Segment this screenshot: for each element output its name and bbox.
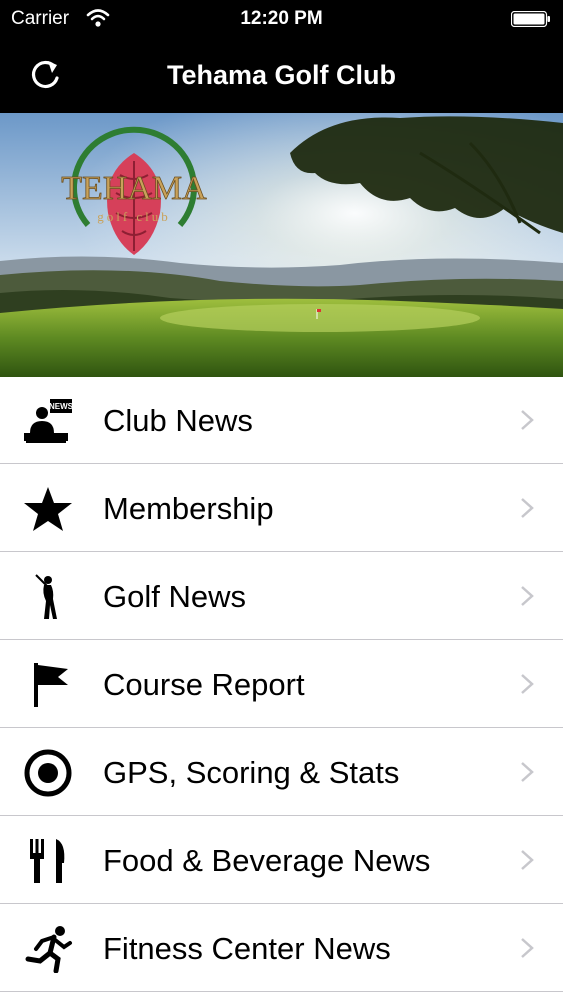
menu-item-food-beverage-news[interactable]: Food & Beverage News: [0, 817, 563, 904]
battery-icon: [511, 11, 550, 27]
menu-item-membership[interactable]: Membership: [0, 465, 563, 552]
target-icon: [24, 749, 72, 797]
menu-item-label: Food & Beverage News: [103, 843, 431, 878]
chevron-right-icon: [521, 586, 534, 606]
fork-knife-icon: [30, 839, 65, 883]
svg-text:NEWS: NEWS: [49, 402, 74, 411]
menu-item-label: Golf News: [103, 579, 246, 614]
star-icon: [24, 487, 72, 531]
status-bar: Carrier 12:20 PM: [0, 0, 563, 38]
menu-item-label: GPS, Scoring & Stats: [103, 755, 400, 790]
logo-subtext: golf club: [97, 209, 171, 224]
chevron-right-icon: [521, 762, 534, 782]
chevron-right-icon: [521, 938, 534, 958]
chevron-right-icon: [521, 850, 534, 870]
logo-text: TEHAMA: [61, 170, 207, 207]
menu-item-gps-scoring-stats[interactable]: GPS, Scoring & Stats: [0, 729, 563, 816]
runner-icon: [25, 926, 72, 973]
golf-course-photo: TEHAMA golf club: [0, 113, 563, 377]
menu-item-golf-news[interactable]: Golf News: [0, 553, 563, 640]
menu-item-fitness-center-news[interactable]: Fitness Center News: [0, 905, 563, 992]
page-title: Tehama Golf Club: [166, 60, 396, 90]
golfer-icon: [35, 574, 57, 619]
hero-image: TEHAMA golf club: [0, 113, 563, 377]
clock: 12:20 PM: [240, 8, 323, 29]
menu-list: NEWS Club News Membership Golf News Cour…: [0, 377, 563, 1000]
chevron-right-icon: [521, 674, 534, 694]
chevron-right-icon: [521, 498, 534, 518]
menu-item-label: Club News: [103, 403, 253, 438]
menu-item-label: Membership: [103, 491, 274, 526]
menu-item-label: Fitness Center News: [103, 931, 391, 966]
menu-item-course-report[interactable]: Course Report: [0, 641, 563, 728]
navigation-bar: Tehama Golf Club: [0, 38, 563, 113]
news-icon: NEWS: [24, 399, 74, 443]
menu-item-label: Course Report: [103, 667, 305, 702]
menu-item-club-news[interactable]: NEWS Club News: [0, 377, 563, 464]
flag-icon: [34, 663, 68, 707]
chevron-right-icon: [521, 410, 534, 430]
